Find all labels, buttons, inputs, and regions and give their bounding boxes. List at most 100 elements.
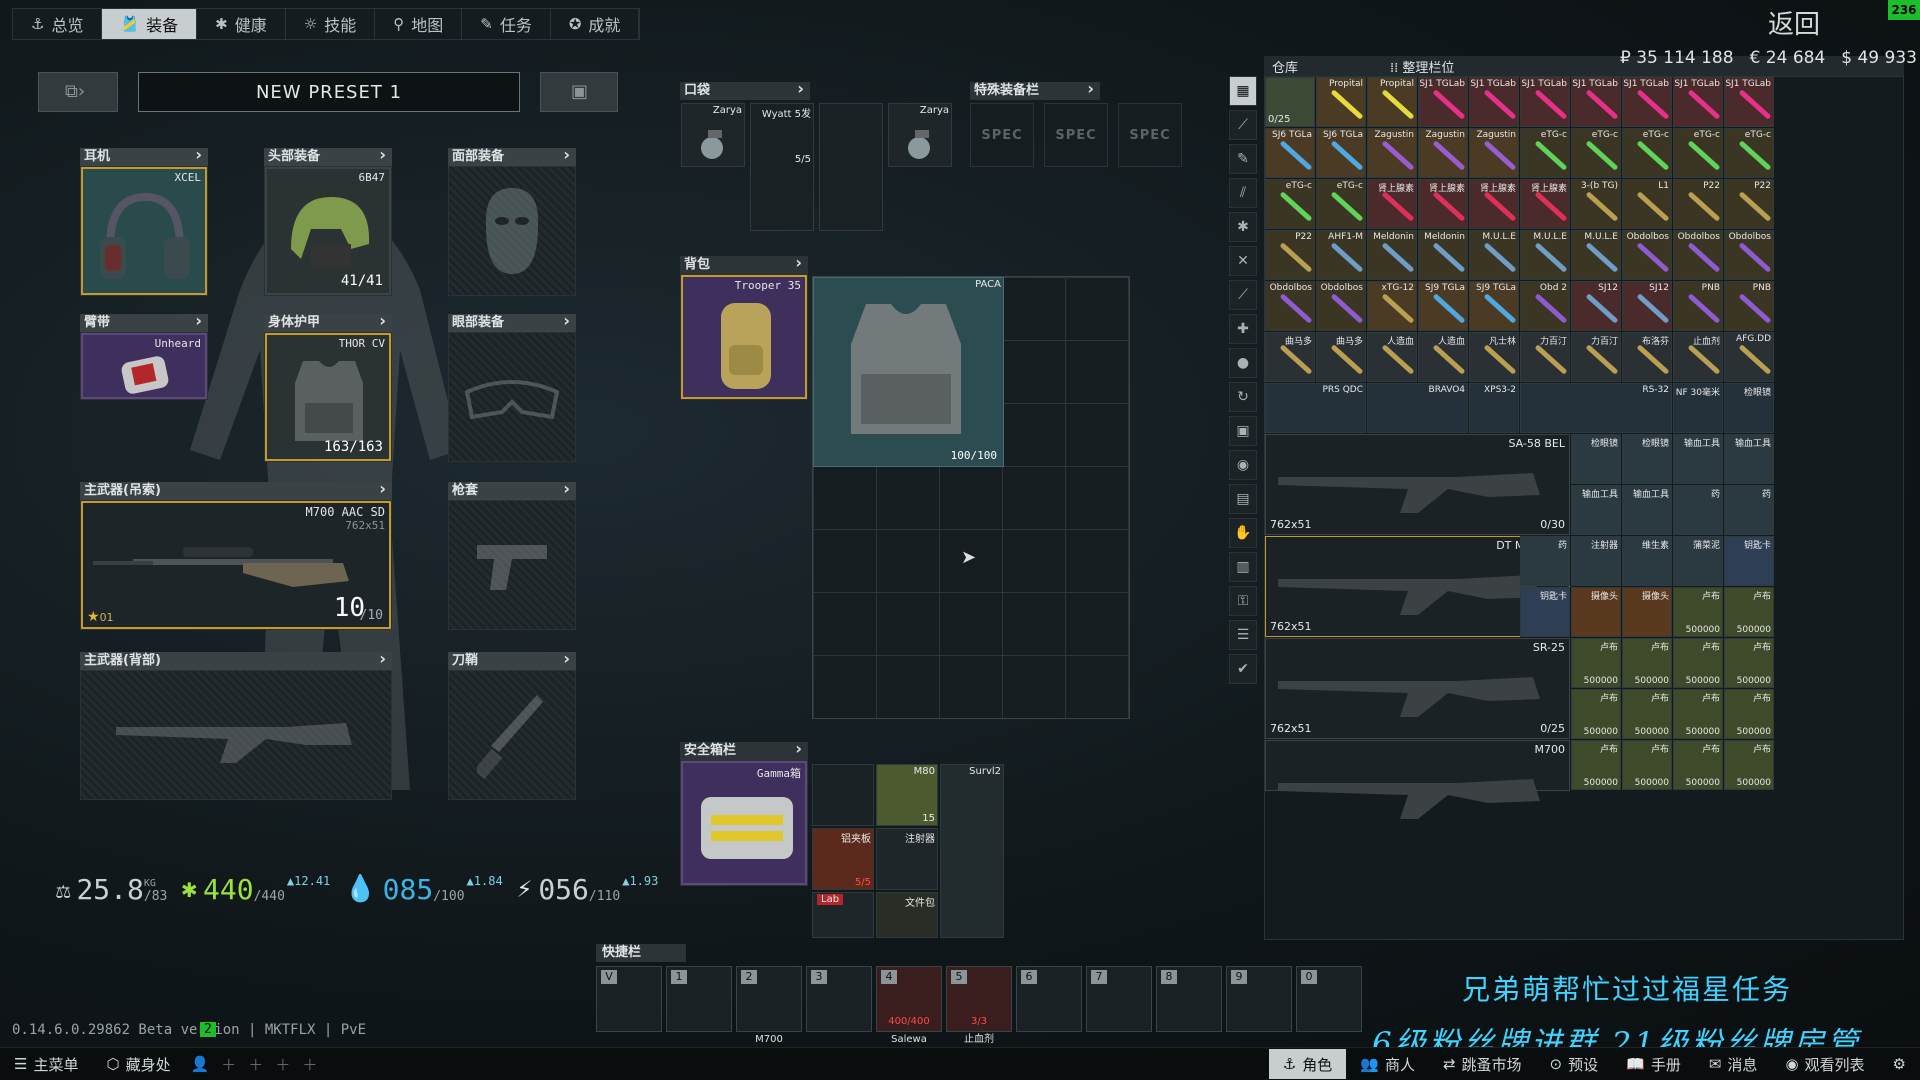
quickbar-slot-9[interactable]: 9 bbox=[1226, 966, 1292, 1032]
stash-item[interactable]: 肾上腺素 bbox=[1418, 179, 1468, 229]
stash-item[interactable]: 输血工具 bbox=[1622, 485, 1672, 535]
primary-weapon-item[interactable]: M700 AAC SD 762x51 ★01 10 /10 bbox=[81, 501, 391, 629]
stash-item[interactable]: L1 bbox=[1622, 179, 1672, 229]
special-slot-2[interactable]: SPEC bbox=[1044, 103, 1108, 167]
stash-item[interactable]: 凡士林 bbox=[1469, 332, 1519, 382]
container-icon[interactable]: ▤ bbox=[1229, 484, 1257, 514]
stash-item[interactable]: 曲马多 bbox=[1265, 332, 1315, 382]
plus-icon[interactable]: ✚ bbox=[1229, 314, 1257, 344]
preset-name-field[interactable]: NEW PRESET 1 bbox=[138, 72, 520, 112]
tab-4[interactable]: ⚲ 地图 bbox=[375, 9, 463, 39]
stash-item[interactable]: SJ9 TGLa bbox=[1469, 281, 1519, 331]
stash-item[interactable]: SJ1 TGLab bbox=[1418, 77, 1468, 127]
stash-item[interactable]: 输血工具 bbox=[1571, 485, 1621, 535]
backpack-slot[interactable]: 背包 Trooper 35 bbox=[680, 254, 808, 400]
handbook-button[interactable]: 📖 手册 bbox=[1612, 1054, 1695, 1075]
stash-item[interactable]: 蒲菜泥 bbox=[1673, 536, 1723, 586]
stash-item[interactable]: 输血工具 bbox=[1724, 434, 1774, 484]
stash-item[interactable]: SJ1 TGLab bbox=[1520, 77, 1570, 127]
stash-item[interactable]: Obdolbos bbox=[1724, 230, 1774, 280]
stash-item[interactable]: 卢布 500000 bbox=[1571, 689, 1621, 739]
check-icon[interactable]: ✔ bbox=[1229, 654, 1257, 684]
special-slot-3[interactable]: SPEC bbox=[1118, 103, 1182, 167]
document-case-item[interactable]: 文件包 bbox=[876, 892, 938, 938]
stash-weapon[interactable]: SR-25 762x51 0/25 bbox=[1265, 638, 1570, 739]
quickbar-slot-1[interactable]: 1 bbox=[666, 966, 732, 1032]
stash-item[interactable]: 维生素 bbox=[1622, 536, 1672, 586]
stash-item[interactable]: 输血工具 bbox=[1673, 434, 1723, 484]
stash-item[interactable]: Obdolbos bbox=[1673, 230, 1723, 280]
grid-icon[interactable]: ▦ bbox=[1229, 76, 1257, 106]
stash-item[interactable]: SJ6 TGLa bbox=[1265, 128, 1315, 178]
stash-item[interactable]: PNB bbox=[1724, 281, 1774, 331]
gamma-container-item[interactable]: Gamma箱 bbox=[681, 761, 807, 885]
settings-button[interactable]: ⚙ bbox=[1879, 1055, 1920, 1073]
stash-item[interactable]: M.U.L.E bbox=[1571, 230, 1621, 280]
quickbar-slot-V[interactable]: V bbox=[596, 966, 662, 1032]
stash-item[interactable]: P22 bbox=[1673, 179, 1723, 229]
m80-ammo-item[interactable]: M80 15 bbox=[876, 764, 938, 826]
stash-item[interactable]: Obd 2 bbox=[1520, 281, 1570, 331]
stash-item[interactable]: SJ1 TGLab bbox=[1724, 77, 1774, 127]
quickbar-slot-0[interactable]: 0 bbox=[1296, 966, 1362, 1032]
facecover-slot[interactable]: 面部装备 bbox=[448, 146, 576, 296]
character-button[interactable]: ⚓ 角色 bbox=[1268, 1049, 1347, 1079]
earpiece-item[interactable]: XCEL bbox=[81, 167, 207, 295]
add-slot-button-3[interactable]: ＋ bbox=[269, 1054, 296, 1075]
stash-item[interactable]: PNB bbox=[1673, 281, 1723, 331]
pocket-slot-2[interactable]: Wyatt 5发 5/5 bbox=[750, 103, 814, 231]
stash-item[interactable]: Obdolbos bbox=[1316, 281, 1366, 331]
traders-button[interactable]: 👥 商人 bbox=[1346, 1054, 1429, 1075]
main-menu-button[interactable]: ☰ 主菜单 bbox=[0, 1054, 92, 1075]
stash-item[interactable]: 卢布 500000 bbox=[1673, 689, 1723, 739]
stash-item[interactable]: eTG-c bbox=[1724, 128, 1774, 178]
book-icon[interactable]: ▥ bbox=[1229, 552, 1257, 582]
stash-item[interactable]: 卢布 500000 bbox=[1622, 689, 1672, 739]
stash-item[interactable]: SJ1 TGLab bbox=[1469, 77, 1519, 127]
sort-button[interactable]: ⁞⁞ 整理栏位 bbox=[1390, 57, 1454, 76]
stash-item[interactable]: P22 bbox=[1724, 179, 1774, 229]
stash-item[interactable]: Meldonin bbox=[1418, 230, 1468, 280]
add-slot-button-4[interactable]: ＋ bbox=[296, 1054, 323, 1075]
stash-item[interactable]: 摄像头 bbox=[1622, 587, 1672, 637]
stash-item[interactable]: Meldonin bbox=[1367, 230, 1417, 280]
secure-cell[interactable] bbox=[812, 764, 874, 826]
stash-item[interactable]: 布洛芬 bbox=[1622, 332, 1672, 382]
quickbar-slot-3[interactable]: 3 bbox=[806, 966, 872, 1032]
stash-item[interactable]: 药 bbox=[1673, 485, 1723, 535]
stash-item[interactable]: SJ12 bbox=[1571, 281, 1621, 331]
secure-container-slot[interactable]: 安全箱栏 Gamma箱 bbox=[680, 740, 808, 886]
tab-6[interactable]: ✪ 成就 bbox=[551, 9, 640, 39]
stash-item[interactable]: 卢布 500000 bbox=[1571, 638, 1621, 688]
stash-item[interactable]: Propital bbox=[1316, 77, 1366, 127]
backpack-grid[interactable]: PACA 100/100 ➤ bbox=[812, 276, 1130, 719]
key-icon[interactable]: ⚿ bbox=[1229, 586, 1257, 616]
stash-item[interactable]: 止血剂 bbox=[1673, 332, 1723, 382]
backpack-item[interactable]: Trooper 35 bbox=[681, 275, 807, 399]
stash-weapon[interactable]: SA-58 BEL 762x51 0/30 bbox=[1265, 434, 1570, 535]
pocket-slot-3[interactable] bbox=[819, 103, 883, 231]
flea-market-button[interactable]: ⇄ 跳蚤市场 bbox=[1429, 1054, 1536, 1075]
backpack-icon[interactable]: ▣ bbox=[1229, 416, 1257, 446]
profile-button[interactable]: 👤 bbox=[185, 1055, 216, 1073]
stash-grid[interactable]: 0/25 Propital Propital SJ1 TGLab SJ1 TGLab SJ… bbox=[1264, 76, 1904, 940]
grenade-icon[interactable]: ● bbox=[1229, 348, 1257, 378]
stash-item[interactable]: 卢布 500000 bbox=[1724, 587, 1774, 637]
stash-item[interactable]: 人造血 bbox=[1418, 332, 1468, 382]
headwear-slot[interactable]: 头部装备 6B47 41/41 bbox=[264, 146, 392, 296]
stash-item[interactable]: 卢布 500000 bbox=[1724, 689, 1774, 739]
headwear-item[interactable]: 6B47 41/41 bbox=[265, 167, 391, 295]
stash-item[interactable]: 钥匙卡 bbox=[1520, 587, 1570, 637]
stash-item[interactable]: eTG-c bbox=[1265, 179, 1315, 229]
stash-weapon[interactable]: M700 bbox=[1265, 740, 1570, 819]
medical-icon[interactable]: ✱ bbox=[1229, 212, 1257, 242]
preset-dropdown-button[interactable]: ⧉› bbox=[38, 72, 118, 112]
stash-item[interactable]: 肾上腺素 bbox=[1367, 179, 1417, 229]
attachment-item[interactable]: RS-32 bbox=[1520, 383, 1672, 433]
holster-slot[interactable]: 枪套 bbox=[448, 480, 576, 630]
stash-item[interactable]: 卢布 500000 bbox=[1622, 638, 1672, 688]
scabbard-slot[interactable]: 刀鞘 bbox=[448, 650, 576, 800]
stash-item[interactable]: 力百汀 bbox=[1520, 332, 1570, 382]
weapon-icon[interactable]: ⟋ bbox=[1229, 110, 1257, 140]
pocket-slot-4[interactable]: Zarya bbox=[888, 103, 952, 167]
